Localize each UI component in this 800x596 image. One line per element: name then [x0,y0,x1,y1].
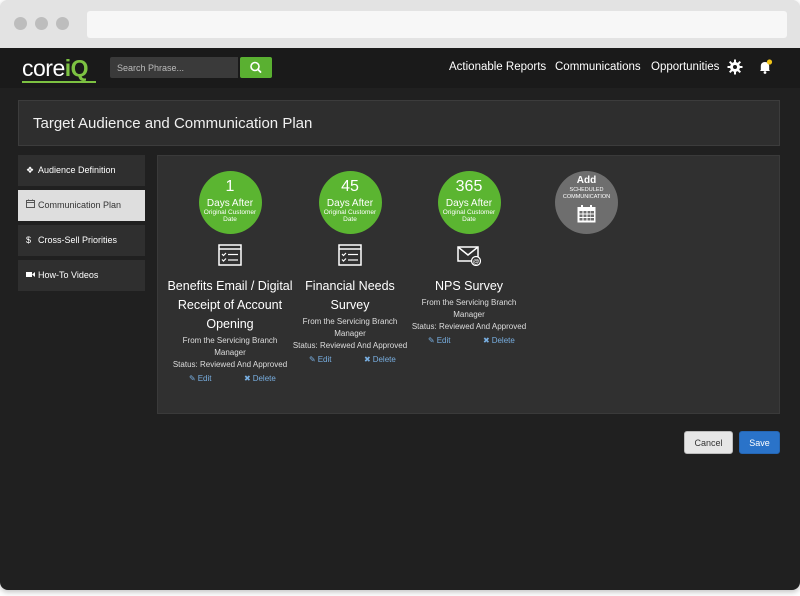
address-bar[interactable] [87,11,787,38]
pencil-icon: ✎ [189,374,196,383]
cancel-button[interactable]: Cancel [684,431,733,454]
edit-label: Edit [197,374,212,383]
logo-iq-text: iQ [64,55,89,81]
add-title: Add [576,175,597,186]
pencil-icon: ✎ [428,336,435,345]
schedule-badge: 365 Days After Original Customer Date [437,171,501,234]
days-number: 45 [341,178,359,195]
delete-label: Delete [252,374,276,383]
sidebar-item-audience-definition[interactable]: ❖ Audience Definition [18,155,145,186]
days-label: Days After [206,198,254,209]
video-camera-icon [26,260,36,291]
calendar-icon [26,190,36,221]
close-icon: ✖ [483,336,490,345]
window-maximize-dot[interactable] [56,17,69,30]
communication-title: Benefits Email / Digital Receipt of Acco… [167,279,293,331]
save-button[interactable]: Save [739,431,780,454]
logo-core-text: core [22,55,65,81]
delete-label: Delete [491,336,515,345]
page-header: Target Audience and Communication Plan [18,100,780,146]
communication-from: From the Servicing Branch Manager [421,298,517,319]
communication-status: Status: Reviewed And Approved [292,341,408,350]
communication-card: 365 Days After Original Customer Date @ … [405,171,533,348]
email-icon: @ [457,246,482,267]
notification-bell-icon[interactable] [757,59,773,75]
sidebar-item-communication-plan[interactable]: Communication Plan [18,190,145,221]
browser-titlebar [0,0,800,48]
communication-actions: ✎ Edit ✖ Delete [405,336,533,348]
days-sub-label: Original Customer Date [442,209,496,223]
edit-label: Edit [436,336,451,345]
delete-link[interactable]: ✖ Delete [364,355,396,364]
communication-from: From the Servicing Branch Manager [182,336,278,357]
calendar-grid-icon [577,205,596,223]
days-sub-label: Original Customer Date [323,209,377,223]
delete-label: Delete [372,355,396,364]
sidebar-item-label: Cross-Sell Priorities [38,235,118,245]
days-number: 1 [225,178,235,195]
communication-from: From the Servicing Branch Manager [302,317,398,338]
edit-label: Edit [317,355,332,364]
close-icon: ✖ [244,374,251,383]
days-sub-label: Original Customer Date [203,209,257,223]
sidebar-item-label: Audience Definition [38,165,116,175]
schedule-badge: 1 Days After Original Customer Date [198,171,262,234]
edit-link[interactable]: ✎ Edit [428,336,451,345]
search-icon [250,61,262,73]
app-root: coreiQ Actionable Reports Communications… [0,48,800,590]
communication-actions: ✎ Edit ✖ Delete [286,355,414,367]
communication-status: Status: Reviewed And Approved [172,360,288,369]
dollar-icon: $ [26,235,32,245]
communication-plan-panel: 1 Days After Original Customer Date Bene… [157,155,780,414]
logo-underline [22,81,96,83]
nav-actionable-reports[interactable]: Actionable Reports [449,61,546,73]
delete-link[interactable]: ✖ Delete [244,374,276,383]
communication-card: 45 Days After Original Customer Date Fin… [286,171,414,367]
close-icon: ✖ [364,355,371,364]
communication-card: 1 Days After Original Customer Date Bene… [166,171,294,386]
days-label: Days After [445,198,493,209]
edit-link[interactable]: ✎ Edit [189,374,212,383]
window-close-dot[interactable] [14,17,27,30]
communication-actions: ✎ Edit ✖ Delete [166,374,294,386]
sidebar-item-how-to-videos[interactable]: How-To Videos [18,260,145,291]
core-iq-logo[interactable]: coreiQ [22,54,96,83]
page-title: Target Audience and Communication Plan [33,115,313,132]
sidebar-item-cross-sell-priorities[interactable]: $ Cross-Sell Priorities [18,225,145,256]
search-button[interactable] [240,57,272,78]
sidebar-item-label: How-To Videos [38,270,99,280]
add-scheduled-communication-button[interactable]: Add SCHEDULED COMMUNICATION [555,171,618,234]
communication-status: Status: Reviewed And Approved [411,322,527,331]
svg-text:@: @ [473,258,480,265]
days-number: 365 [455,178,483,195]
sidebar-item-label: Communication Plan [38,200,122,210]
browser-window: coreiQ Actionable Reports Communications… [0,0,800,590]
diamond-icon: ❖ [26,165,35,175]
nav-communications[interactable]: Communications [555,61,641,73]
communication-title: NPS Survey [434,279,504,293]
nav-opportunities[interactable]: Opportunities [651,61,719,73]
days-label: Days After [326,198,374,209]
gear-icon[interactable] [727,59,743,75]
top-navbar: coreiQ Actionable Reports Communications… [0,48,800,88]
search-input[interactable] [110,57,238,78]
schedule-badge: 45 Days After Original Customer Date [318,171,382,234]
checklist-icon [338,244,362,266]
communication-title: Financial Needs Survey [305,279,395,312]
checklist-icon [218,244,242,266]
pencil-icon: ✎ [309,355,316,364]
add-subtitle: SCHEDULED COMMUNICATION [562,187,611,200]
delete-link[interactable]: ✖ Delete [483,336,515,345]
window-minimize-dot[interactable] [35,17,48,30]
edit-link[interactable]: ✎ Edit [309,355,332,364]
